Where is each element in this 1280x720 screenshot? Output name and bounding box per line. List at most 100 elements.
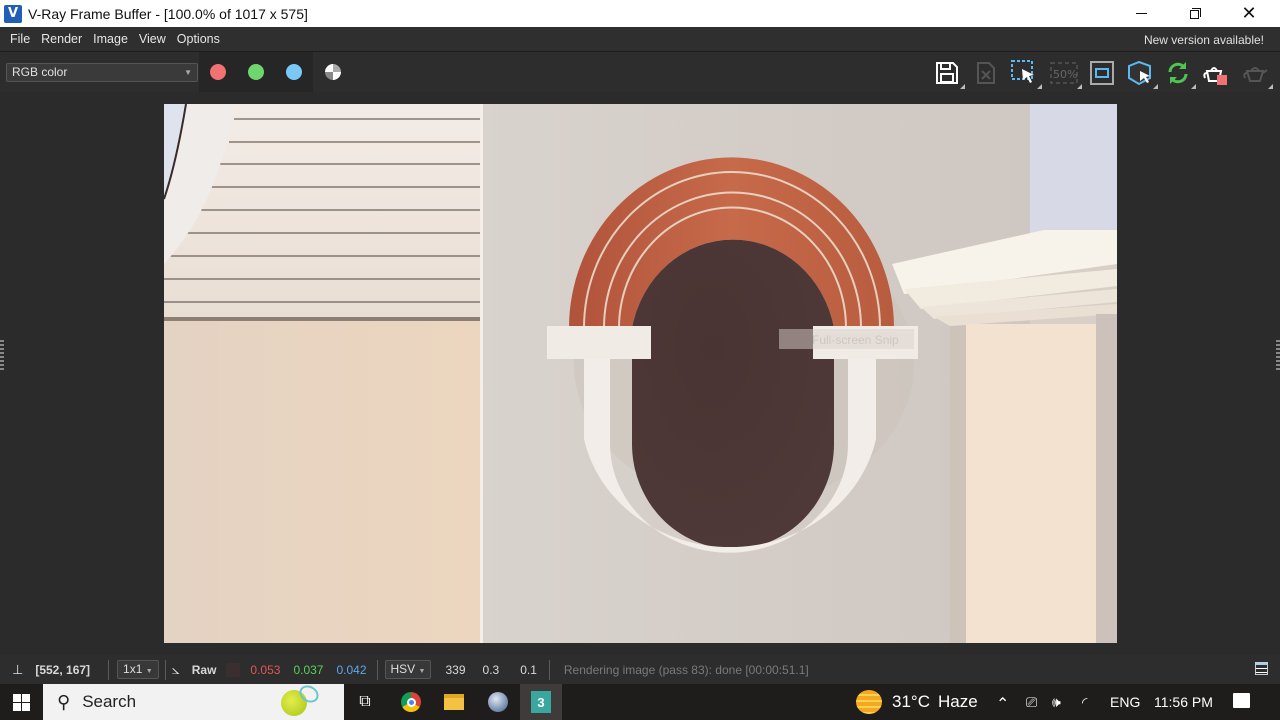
- color-space-value: HSV: [390, 662, 416, 676]
- sample-size-dropdown[interactable]: 1x1 ▼: [117, 660, 159, 679]
- color-mode[interactable]: Raw: [192, 663, 217, 677]
- saturation-value: 0.3: [482, 662, 500, 677]
- interactive-render-button[interactable]: [1126, 59, 1158, 89]
- link-to-viewport-icon: [1090, 61, 1114, 85]
- refresh-icon: [1168, 62, 1188, 84]
- chrome-taskbar-button[interactable]: [390, 684, 432, 720]
- left-panel-grip[interactable]: [0, 340, 4, 370]
- chevron-down-icon: ▼: [145, 668, 153, 675]
- value-value: 0.1: [520, 662, 537, 677]
- title-bar: V V-Ray Frame Buffer - [100.0% of 1017 x…: [0, 0, 1280, 27]
- red-channel-button[interactable]: [199, 52, 237, 92]
- task-view-icon: ⧉: [359, 693, 371, 710]
- 3ds-max-taskbar-button[interactable]: 3: [520, 684, 562, 720]
- render-teapot-icon: [1243, 67, 1268, 82]
- window-title: V-Ray Frame Buffer - [100.0% of 1017 x 5…: [28, 5, 308, 22]
- green-channel-button[interactable]: [237, 52, 275, 92]
- sketchup-taskbar-button[interactable]: [477, 684, 519, 720]
- chevron-down-icon: ▼: [418, 668, 426, 675]
- restore-button[interactable]: [1172, 0, 1218, 27]
- sky: [1030, 104, 1117, 239]
- link-to-viewport-button[interactable]: [1088, 59, 1116, 87]
- file-explorer-taskbar-button[interactable]: [433, 684, 475, 720]
- blue-channel-button[interactable]: [275, 52, 313, 92]
- pixel-color-swatch: [226, 662, 241, 677]
- meet-now-icon[interactable]: ⎚: [1026, 694, 1037, 711]
- dropdown-corner-icon: [1191, 84, 1196, 89]
- zoom-50-button[interactable]: 50%: [1050, 59, 1082, 89]
- menu-view[interactable]: View: [139, 32, 166, 46]
- taskbar: ⚲ Search ⧉ 3 31°C Haze ⌃ ⎚ 🕪 ◜ ENG 11:56…: [0, 682, 1280, 720]
- 3ds-max-icon: 3: [531, 691, 551, 713]
- stop-render-button[interactable]: [1202, 59, 1230, 87]
- close-icon: ✕: [1241, 2, 1257, 24]
- task-view-button[interactable]: ⧉: [344, 684, 386, 720]
- new-version-link[interactable]: New version available!: [1144, 33, 1264, 47]
- right-panel-grip[interactable]: [1276, 340, 1280, 370]
- rendered-image[interactable]: Full-screen Snip: [164, 104, 1117, 643]
- channel-dropdown[interactable]: RGB color ▼: [6, 63, 198, 82]
- alpha-icon: [325, 64, 341, 80]
- file-explorer-icon: [444, 694, 464, 710]
- minimize-icon: [1135, 13, 1147, 14]
- log-icon[interactable]: [1255, 662, 1268, 675]
- menu-render[interactable]: Render: [41, 32, 82, 46]
- dropdown-corner-icon: [1268, 84, 1273, 89]
- color-space-dropdown[interactable]: HSV ▼: [384, 660, 432, 679]
- clock[interactable]: 11:56 PM: [1154, 694, 1213, 710]
- snip-watermark: Full-screen Snip: [812, 333, 899, 347]
- menu-file[interactable]: File: [10, 32, 30, 46]
- clear-image-button[interactable]: [972, 59, 1000, 87]
- menu-bar: File Render Image View Options: [0, 27, 1280, 52]
- dropdown-corner-icon: [1037, 84, 1042, 89]
- region-render-button[interactable]: [1010, 59, 1042, 89]
- status-bar: ⊥ [552, 167] 1x1 ▼ ⦣ Raw 0.053 0.037 0.0…: [0, 655, 1280, 684]
- show-hidden-icons-chevron-icon[interactable]: ⌃: [996, 694, 1009, 714]
- wifi-icon[interactable]: ◜: [1082, 694, 1087, 711]
- refresh-render-button[interactable]: [1164, 59, 1196, 89]
- interactive-render-icon: [1128, 60, 1151, 86]
- toolbar: RGB color ▼ 50%: [0, 52, 1280, 92]
- sample-size-value: 1x1: [123, 662, 143, 676]
- search-placeholder: Search: [82, 692, 137, 711]
- door-opening: [632, 239, 834, 549]
- chrome-icon: [401, 692, 421, 712]
- pixel-coords: [552, 167]: [35, 662, 91, 677]
- close-button[interactable]: ✕: [1226, 0, 1272, 27]
- pin-pixel-icon[interactable]: ⊥: [12, 662, 23, 678]
- save-image-button[interactable]: [933, 59, 965, 89]
- render-button[interactable]: [1241, 59, 1273, 89]
- menu-options[interactable]: Options: [177, 32, 220, 46]
- start-button[interactable]: [0, 684, 43, 720]
- left-ledge: [547, 326, 651, 359]
- menu-image[interactable]: Image: [93, 32, 128, 46]
- weather-icon[interactable]: [856, 690, 882, 714]
- stop-render-teapot-icon: [1203, 67, 1227, 85]
- alpha-channel-button[interactable]: [314, 52, 352, 92]
- taskbar-search[interactable]: ⚲ Search: [43, 682, 344, 720]
- dropdown-corner-icon: [960, 84, 965, 89]
- green-dot-icon: [248, 64, 264, 80]
- zoom-50-icon: 50%: [1050, 62, 1078, 84]
- minimize-button[interactable]: [1118, 0, 1164, 27]
- search-icon: ⚲: [57, 691, 71, 712]
- hue-value: 339: [445, 662, 466, 677]
- red-value: 0.053: [250, 662, 281, 677]
- dropdown-corner-icon: [1153, 84, 1158, 89]
- render-scene: Full-screen Snip: [164, 104, 1117, 643]
- weather-temp[interactable]: 31°C: [892, 692, 930, 712]
- save-image-icon: [936, 62, 958, 84]
- left-wall: [164, 319, 480, 643]
- green-value: 0.037: [293, 662, 324, 677]
- volume-icon[interactable]: 🕪: [1052, 694, 1061, 711]
- weather-condition[interactable]: Haze: [938, 692, 978, 712]
- blue-value: 0.042: [336, 662, 367, 677]
- language-indicator[interactable]: ENG: [1110, 694, 1140, 710]
- notification-center-icon[interactable]: [1233, 693, 1250, 708]
- svg-text:50%: 50%: [1053, 68, 1077, 81]
- curve-icon[interactable]: ⦣: [172, 661, 180, 678]
- windows-logo-icon: [13, 693, 30, 711]
- region-render-icon: [1011, 60, 1034, 83]
- column: [966, 324, 1096, 643]
- sketchup-icon: [488, 692, 508, 712]
